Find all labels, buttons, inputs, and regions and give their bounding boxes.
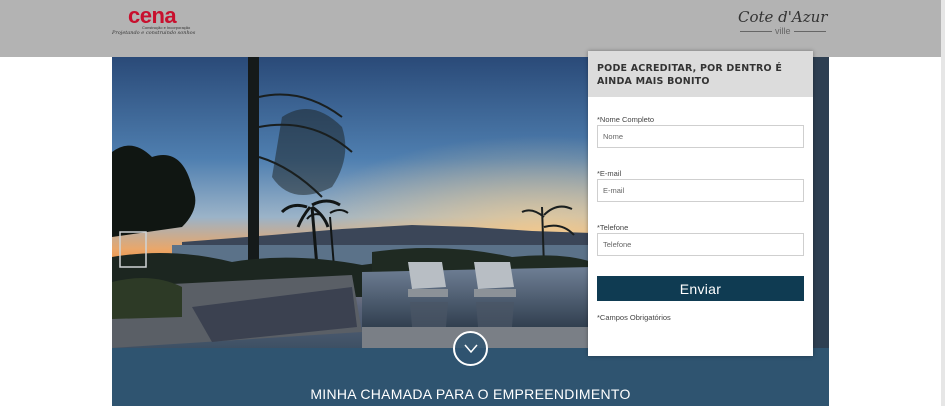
cena-logo-wordmark: cena (128, 3, 177, 28)
phone-field: *Telefone (597, 223, 804, 256)
email-field-label: *E-mail (597, 169, 622, 178)
site-header: cena Construção e Incorporação Projetand… (0, 0, 945, 57)
email-field: *E-mail (597, 169, 804, 202)
lead-form-header: PODE ACREDITAR, POR DENTRO É AINDA MAIS … (588, 51, 813, 97)
band-title: MINHA CHAMADA PARA O EMPREENDIMENTO (310, 386, 631, 402)
name-field: *Nome Completo (597, 115, 804, 148)
chevron-down-icon (463, 344, 478, 353)
lead-form: PODE ACREDITAR, POR DENTRO É AINDA MAIS … (588, 51, 813, 356)
page-scrollbar[interactable] (941, 0, 945, 406)
lead-form-title: PODE ACREDITAR, POR DENTRO É AINDA MAIS … (597, 63, 783, 87)
cote-dazur-logo[interactable]: Cote d'Azur ville (738, 8, 830, 38)
cena-logo-tagline: Projetando e construindo sonhos (112, 30, 196, 36)
cote-dazur-subtitle: ville (772, 26, 794, 36)
required-fields-note: *Campos Obrigatórios (597, 313, 671, 322)
cena-logo[interactable]: cena Construção e Incorporação Projetand… (112, 3, 207, 38)
email-input[interactable] (597, 179, 804, 202)
name-field-label: *Nome Completo (597, 115, 655, 124)
cote-dazur-wordmark: Cote d'Azur (738, 8, 828, 26)
phone-input[interactable] (597, 233, 804, 256)
name-input[interactable] (597, 125, 804, 148)
phone-field-label: *Telefone (597, 223, 629, 232)
submit-button[interactable]: Enviar (597, 276, 804, 301)
scroll-down-button[interactable] (453, 331, 488, 366)
